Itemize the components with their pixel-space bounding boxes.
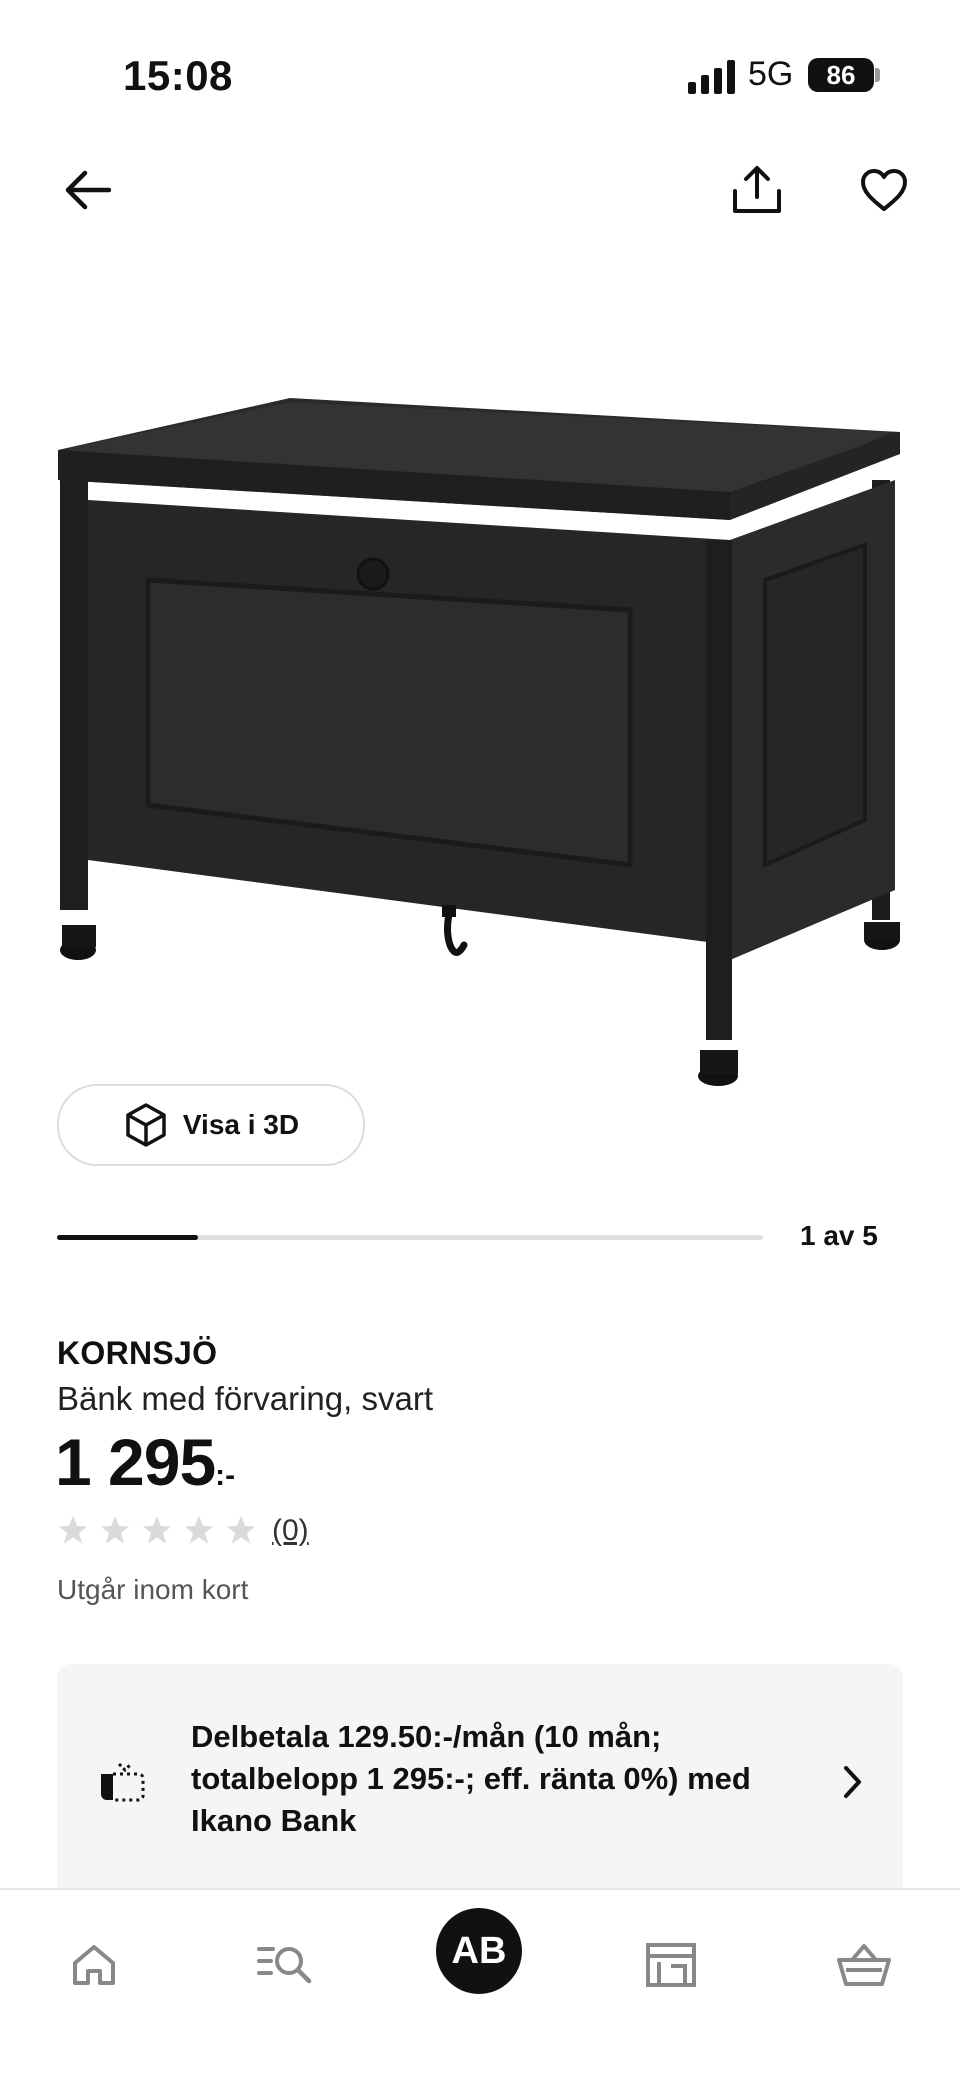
battery-indicator: 86 <box>808 58 874 92</box>
nav-home[interactable] <box>59 1930 129 2000</box>
view-3d-label: Visa i 3D <box>182 1109 300 1140</box>
gallery-progress <box>57 1235 763 1240</box>
star-icon <box>143 1516 171 1544</box>
star-icon <box>185 1516 213 1544</box>
cube-icon <box>126 1103 166 1147</box>
nav-basket[interactable] <box>829 1930 899 2000</box>
share-icon <box>733 166 781 213</box>
share-button[interactable] <box>727 160 787 220</box>
network-type: 5G <box>748 55 794 93</box>
price-value: 1 295 <box>55 1425 216 1499</box>
basket-icon <box>837 1944 891 1986</box>
rating-count-link[interactable]: (0) <box>272 1514 309 1548</box>
product-image[interactable] <box>40 370 920 1090</box>
view-3d-button[interactable]: Visa i 3D <box>57 1084 365 1166</box>
financing-card[interactable]: Delbetala 129.50:-/mån (10 mån; totalbel… <box>57 1664 903 1899</box>
installment-icon <box>101 1762 145 1802</box>
home-icon <box>73 1945 115 1985</box>
availability-note: Utgår inom kort <box>57 1574 249 1605</box>
gallery-counter: 1 av 5 <box>800 1220 878 1251</box>
back-button[interactable] <box>58 160 118 220</box>
status-time: 15:08 <box>123 52 233 99</box>
arrow-left-icon <box>65 170 111 210</box>
battery-tip <box>875 68 880 82</box>
gallery-progress-fill <box>57 1235 199 1240</box>
signal-icon <box>688 60 735 94</box>
star-icon <box>59 1516 87 1544</box>
star-icon <box>101 1516 129 1544</box>
search-list-icon <box>257 1947 312 1984</box>
product-price: 1 295:- <box>55 1424 235 1500</box>
heart-icon <box>861 169 907 211</box>
chevron-right-icon <box>844 1766 861 1798</box>
financing-text: Delbetala 129.50:-/mån (10 mån; totalbel… <box>191 1719 751 1838</box>
store-icon <box>646 1943 696 1987</box>
product-description: Bänk med förvaring, svart <box>57 1380 433 1417</box>
rating-stars[interactable] <box>57 1514 257 1546</box>
price-suffix: :- <box>215 1459 236 1492</box>
avatar[interactable]: AB <box>436 1908 522 1994</box>
star-icon <box>227 1516 255 1544</box>
bottom-navigation: AB <box>0 1888 960 2089</box>
nav-store[interactable] <box>636 1930 706 2000</box>
favorite-button[interactable] <box>852 158 916 222</box>
nav-search[interactable] <box>251 1930 321 2000</box>
product-brand: KORNSJÖ <box>57 1335 218 1371</box>
